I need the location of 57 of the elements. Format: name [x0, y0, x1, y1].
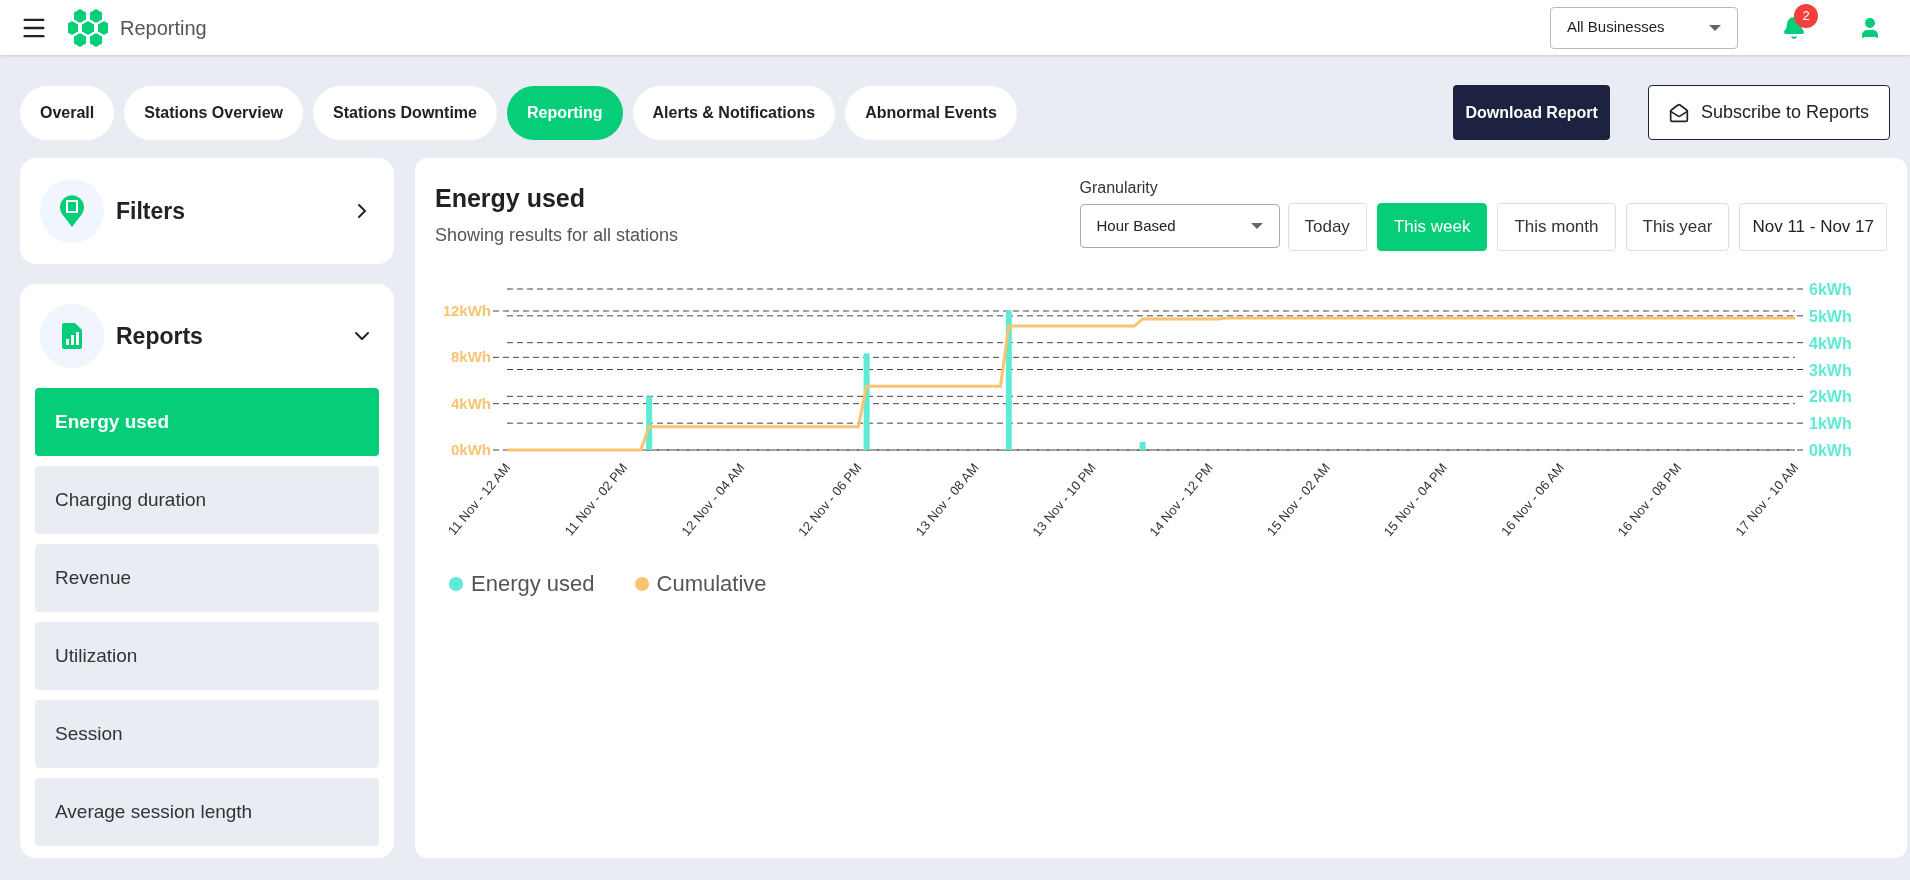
period-button[interactable]: This month	[1497, 203, 1616, 251]
subscribe-button[interactable]: Subscribe to Reports	[1647, 85, 1890, 140]
mail-icon	[1668, 102, 1689, 123]
x-axis-label: 16 Nov - 08 PM	[1614, 460, 1685, 540]
x-axis-label: 11 Nov - 02 PM	[561, 460, 631, 539]
nav-tab[interactable]: Alerts & Notifications	[632, 85, 836, 140]
filters-title: Filters	[116, 196, 187, 226]
x-axis-label: 12 Nov - 06 PM	[795, 460, 865, 540]
page-title: Reporting	[120, 15, 207, 41]
y-axis-label: 8kWh	[451, 348, 491, 366]
x-axis-label: 13 Nov - 10 PM	[1029, 460, 1099, 540]
granularity-select[interactable]: Hour Based	[1079, 204, 1280, 248]
nav-tab[interactable]: Stations Overview	[124, 85, 303, 140]
y-axis-label: 5kWh	[1809, 307, 1852, 325]
x-axis-label: 15 Nov - 02 AM	[1263, 460, 1333, 539]
energy-bar	[646, 396, 653, 450]
report-item[interactable]: Average session length	[35, 778, 379, 846]
notification-count: 2	[1794, 3, 1818, 28]
y-axis-label: 4kWh	[1809, 334, 1852, 352]
period-button[interactable]: This year	[1625, 203, 1730, 251]
x-axis-label: 16 Nov - 06 AM	[1498, 460, 1568, 539]
period-button[interactable]: Today	[1287, 203, 1367, 251]
download-report-button[interactable]: Download Report	[1453, 85, 1610, 140]
nav-tab[interactable]: Abnormal Events	[845, 85, 1017, 140]
report-item[interactable]: Session	[35, 700, 379, 768]
caret-icon	[1250, 223, 1263, 229]
business-select[interactable]: All Businesses	[1550, 6, 1738, 49]
granularity-label: Granularity	[1079, 178, 1159, 198]
y-axis-label: 2kWh	[1809, 388, 1852, 406]
x-axis-label: 17 Nov - 10 AM	[1732, 460, 1802, 539]
y-axis-label: 3kWh	[1809, 361, 1852, 379]
legend-label[interactable]: Energy used	[471, 567, 595, 600]
x-axis-label: 12 Nov - 04 AM	[678, 460, 748, 539]
caret-icon	[1709, 24, 1721, 31]
date-range-button[interactable]: Nov 11 - Nov 17	[1739, 203, 1887, 251]
x-axis-label: 13 Nov - 08 AM	[912, 460, 982, 539]
y-axis-label: 1kWh	[1809, 415, 1852, 433]
nav-tab[interactable]: Overall	[20, 85, 115, 140]
report-item[interactable]: Revenue	[35, 544, 379, 612]
x-axis-label: 15 Nov - 04 PM	[1380, 460, 1451, 540]
hexagon-logo-icon	[68, 8, 108, 47]
y-axis-label: 4kWh	[451, 394, 491, 412]
filters-card[interactable]: Filters	[20, 158, 394, 264]
y-axis-label: 12kWh	[442, 302, 491, 319]
nav-tab[interactable]: Stations Downtime	[313, 85, 497, 140]
legend-label[interactable]: Cumulative	[656, 567, 767, 600]
panel-subtitle: Showing results for all stations	[435, 223, 680, 247]
x-axis-label: 14 Nov - 12 PM	[1146, 460, 1216, 540]
reports-title[interactable]: Reports	[116, 318, 338, 354]
x-axis-label: 11 Nov - 12 AM	[444, 460, 514, 538]
y-axis-label: 0kWh	[451, 441, 491, 458]
energy-bar	[1139, 441, 1146, 450]
y-axis-label: 6kWh	[1809, 281, 1852, 298]
report-item[interactable]: Charging duration	[35, 466, 379, 534]
report-item[interactable]: Utilization	[35, 622, 379, 690]
panel-title: Energy used	[435, 183, 587, 214]
y-axis-label: 0kWh	[1809, 442, 1852, 459]
